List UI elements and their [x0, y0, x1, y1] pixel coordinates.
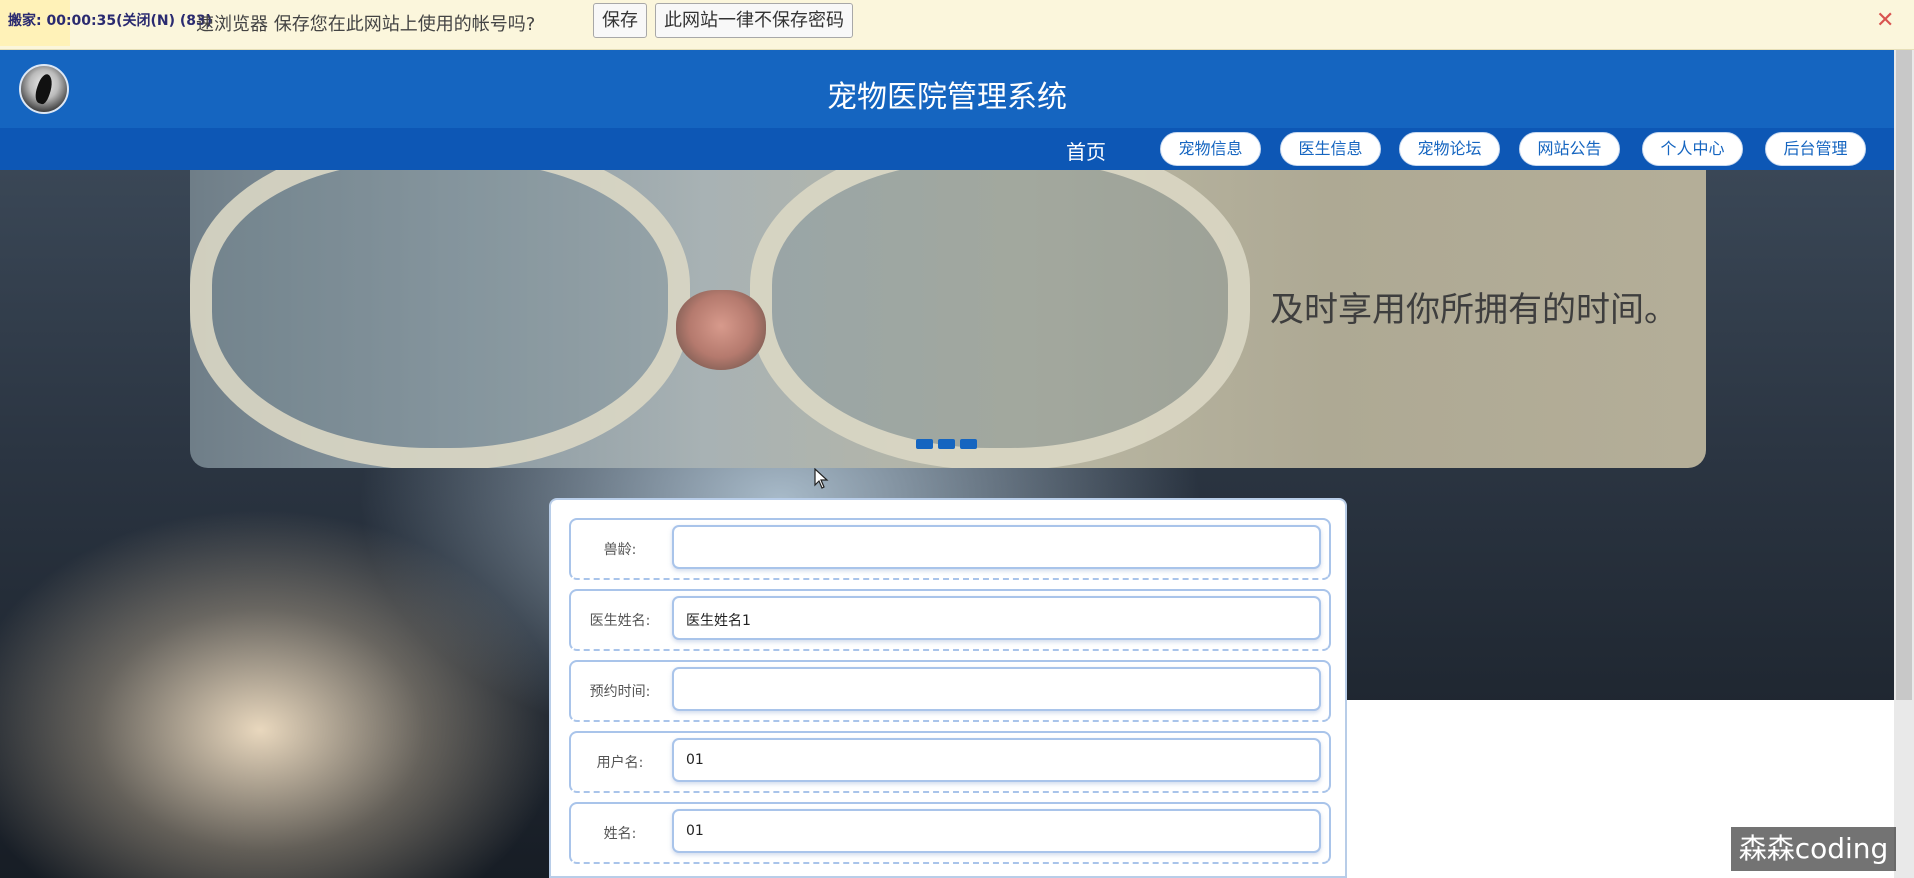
save-password-button[interactable]: 保存: [593, 3, 647, 38]
password-save-bar: 搬家: 00:00:35(关闭(N) (83) 速浏览器 保存您在此网站上使用的…: [0, 0, 1914, 50]
nav-pet-info[interactable]: 宠物信息: [1160, 132, 1261, 166]
banner-slogan: 及时享用你所拥有的时间。: [1270, 290, 1678, 330]
banner-image-cat-nose: [676, 290, 766, 370]
field-label: 兽龄:: [603, 542, 637, 558]
nav-doctor-info[interactable]: 医生信息: [1280, 132, 1381, 166]
nav-admin[interactable]: 后台管理: [1765, 132, 1866, 166]
banner-carousel[interactable]: 及时享用你所拥有的时间。: [190, 170, 1706, 468]
password-save-message: 速浏览器 保存您在此网站上使用的帐号吗?: [196, 14, 536, 35]
field-label: 医生姓名:: [589, 613, 651, 629]
appointment-form: 兽龄: 医生姓名: 医生姓名1 预约时间: 用户名: 01 姓名: 01: [549, 498, 1347, 878]
form-row-name: 姓名: 01: [569, 802, 1331, 864]
pet-age-input[interactable]: [672, 525, 1321, 569]
name-input[interactable]: 01: [672, 809, 1321, 853]
carousel-dot-2[interactable]: [938, 439, 955, 449]
nav-announcements[interactable]: 网站公告: [1519, 132, 1620, 166]
nav-personal-center[interactable]: 个人中心: [1642, 132, 1743, 166]
scrollbar-thumb[interactable]: [1896, 50, 1912, 700]
site-title: 宠物医院管理系统: [827, 80, 1067, 115]
carousel-dot-1[interactable]: [916, 439, 933, 449]
username-input[interactable]: 01: [672, 738, 1321, 782]
carousel-dot-3[interactable]: [960, 439, 977, 449]
never-save-password-button[interactable]: 此网站一律不保存密码: [655, 3, 853, 38]
form-row-appointment-time: 预约时间:: [569, 660, 1331, 722]
field-label: 用户名:: [596, 755, 644, 771]
nav-home[interactable]: 首页: [1066, 136, 1106, 165]
recording-indicator: 搬家: 00:00:35(关闭(N) (83): [0, 0, 212, 46]
watermark: 森森coding: [1731, 827, 1896, 871]
form-row-username: 用户名: 01: [569, 731, 1331, 793]
banner-image-right-lens: [750, 170, 1250, 468]
field-label: 预约时间:: [589, 684, 651, 700]
form-row-doctor-name: 医生姓名: 医生姓名1: [569, 589, 1331, 651]
site-header: 宠物医院管理系统: [0, 50, 1894, 128]
nav-pet-forum[interactable]: 宠物论坛: [1399, 132, 1500, 166]
appointment-time-input[interactable]: [672, 667, 1321, 711]
main-nav: 首页 宠物信息 医生信息 宠物论坛 网站公告 个人中心 后台管理: [0, 128, 1894, 170]
mouse-cursor-icon: [814, 467, 830, 494]
banner-image-left-lens: [190, 170, 690, 468]
carousel-indicators: [916, 436, 982, 452]
recording-text: 搬家: 00:00:35(关闭(N) (83): [8, 13, 213, 29]
field-label: 姓名:: [603, 826, 637, 842]
form-row-pet-age: 兽龄:: [569, 518, 1331, 580]
close-icon[interactable]: ✕: [1876, 8, 1894, 33]
doctor-name-input[interactable]: 医生姓名1: [672, 596, 1321, 640]
